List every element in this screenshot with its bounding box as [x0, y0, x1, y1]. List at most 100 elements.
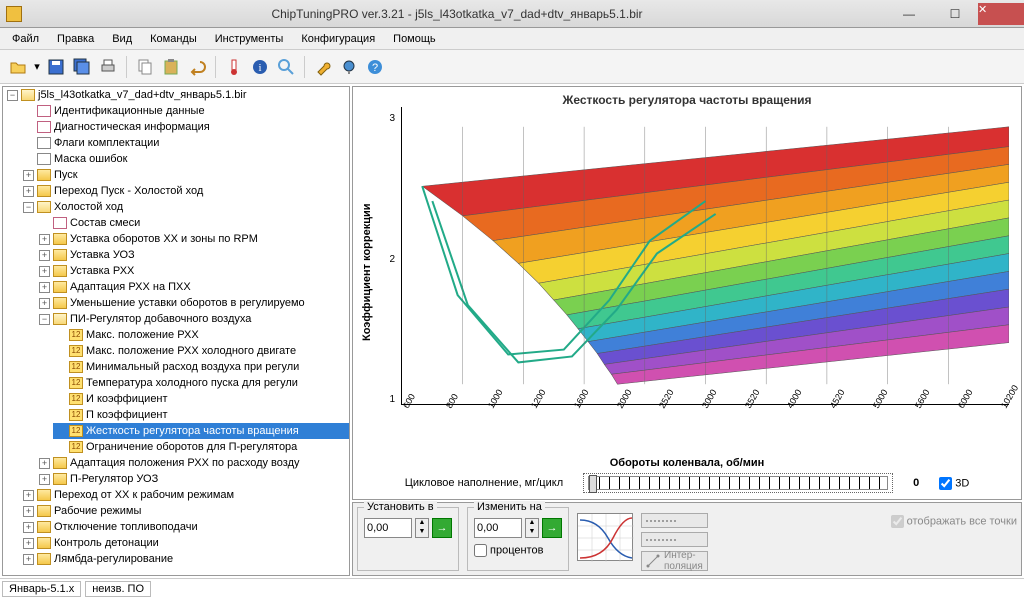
- change-value-spinner[interactable]: ▲▼: [525, 518, 539, 538]
- z-slider[interactable]: [588, 476, 888, 490]
- open-dropdown-icon[interactable]: ▾: [32, 55, 42, 79]
- thermometer-icon[interactable]: [222, 55, 246, 79]
- expand-icon[interactable]: +: [39, 282, 50, 293]
- menu-view[interactable]: Вид: [104, 31, 140, 47]
- globe-icon[interactable]: [337, 55, 361, 79]
- folder-icon: [53, 281, 67, 293]
- expand-icon[interactable]: +: [23, 186, 34, 197]
- tree-item[interactable]: Пуск: [54, 167, 78, 183]
- folder-icon: [53, 249, 67, 261]
- open-button[interactable]: [6, 55, 30, 79]
- tree-item[interactable]: Флаги комплектации: [54, 135, 159, 151]
- tree-item[interactable]: Уставка РХХ: [70, 263, 134, 279]
- tree-item[interactable]: Уменьшение уставки оборотов в регулируем…: [70, 295, 305, 311]
- menu-commands[interactable]: Команды: [142, 31, 205, 47]
- checkbox-percent[interactable]: процентов: [474, 544, 562, 557]
- tree-item[interactable]: Переход от ХХ к рабочим режимам: [54, 487, 234, 503]
- change-value-group: Изменить на ▲▼ → процентов: [467, 507, 569, 571]
- set-value-label: Установить в: [364, 501, 437, 513]
- expand-icon[interactable]: −: [39, 314, 50, 325]
- tree-item[interactable]: Переход Пуск - Холостой ход: [54, 183, 203, 199]
- tree-item[interactable]: Ограничение оборотов для П-регулятора: [86, 439, 297, 455]
- interpolation-button[interactable]: Интер- поляция: [641, 551, 708, 571]
- tree-item[interactable]: Макс. положение РХХ холодного двигате: [86, 343, 296, 359]
- tree-item[interactable]: Отключение топливоподачи: [54, 519, 198, 535]
- window-title: ChipTuningPRO ver.3.21 - j5ls_l43otkatka…: [28, 7, 886, 21]
- tree-item[interactable]: Адаптация положения РХХ по расходу возду: [70, 455, 300, 471]
- tree-item-selected[interactable]: Жесткость регулятора частоты вращения: [86, 423, 299, 439]
- tree-item[interactable]: Температура холодного пуска для регули: [86, 375, 298, 391]
- set-value-input[interactable]: [364, 518, 412, 538]
- tree-item[interactable]: Адаптация РХХ на ПХХ: [70, 279, 191, 295]
- change-value-input[interactable]: [474, 518, 522, 538]
- expand-icon[interactable]: +: [39, 298, 50, 309]
- menu-file[interactable]: Файл: [4, 31, 47, 47]
- minimize-button[interactable]: —: [886, 3, 932, 25]
- undo-button[interactable]: [185, 55, 209, 79]
- menu-help[interactable]: Помощь: [385, 31, 444, 47]
- expand-icon[interactable]: +: [23, 506, 34, 517]
- tree-item[interactable]: Рабочие режимы: [54, 503, 141, 519]
- dotted-line-button-1[interactable]: [641, 513, 708, 528]
- expand-icon[interactable]: +: [23, 554, 34, 565]
- print-button[interactable]: [96, 55, 120, 79]
- folder-icon: [37, 521, 51, 533]
- expand-icon[interactable]: −: [7, 90, 18, 101]
- paste-button[interactable]: [159, 55, 183, 79]
- tree-item[interactable]: Идентификационные данные: [54, 103, 205, 119]
- help-button[interactable]: ?: [363, 55, 387, 79]
- tree-item[interactable]: П коэффициент: [86, 407, 168, 423]
- copy-button[interactable]: [133, 55, 157, 79]
- menu-edit[interactable]: Правка: [49, 31, 102, 47]
- expand-icon[interactable]: −: [23, 202, 34, 213]
- save-button[interactable]: [44, 55, 68, 79]
- expand-icon[interactable]: +: [39, 250, 50, 261]
- expand-icon[interactable]: +: [23, 538, 34, 549]
- set-value-spinner[interactable]: ▲▼: [415, 518, 429, 538]
- menu-tools[interactable]: Инструменты: [207, 31, 292, 47]
- close-button[interactable]: ✕: [978, 3, 1024, 25]
- expand-icon[interactable]: +: [23, 170, 34, 181]
- toolbar: ▾ i ?: [0, 50, 1024, 84]
- app-icon: [6, 6, 22, 22]
- tree-item[interactable]: Уставка оборотов ХХ и зоны по RPM: [70, 231, 258, 247]
- expand-icon[interactable]: +: [39, 474, 50, 485]
- tool-wrench-icon[interactable]: [311, 55, 335, 79]
- tree-item[interactable]: Лямбда-регулирование: [54, 551, 173, 567]
- tree-item[interactable]: Макс. положение РХХ: [86, 327, 199, 343]
- folder-open-icon: [53, 313, 67, 325]
- tree-item[interactable]: И коэффициент: [86, 391, 168, 407]
- tree-item[interactable]: Маска ошибок: [54, 151, 127, 167]
- maximize-button[interactable]: ☐: [932, 3, 978, 25]
- doc-icon: [37, 105, 51, 117]
- tree-item[interactable]: Уставка УОЗ: [70, 247, 135, 263]
- folder-icon: [53, 297, 67, 309]
- tree-root[interactable]: j5ls_l43otkatka_v7_dad+dtv_январь5.1.bir: [38, 87, 246, 103]
- search-button[interactable]: [274, 55, 298, 79]
- menu-config[interactable]: Конфигурация: [293, 31, 383, 47]
- set-value-apply[interactable]: →: [432, 518, 452, 538]
- map-icon: 12: [69, 345, 83, 357]
- tree-panel[interactable]: − j5ls_l43otkatka_v7_dad+dtv_январь5.1.bi…: [2, 86, 350, 576]
- chart-area: Жесткость регулятора частоты вращения Ко…: [352, 86, 1022, 500]
- tree-item[interactable]: Контроль детонации: [54, 535, 159, 551]
- tree-item[interactable]: Диагностическая информация: [54, 119, 210, 135]
- dotted-line-button-2[interactable]: [641, 532, 708, 547]
- surface-3d[interactable]: [401, 107, 1009, 405]
- expand-icon[interactable]: +: [23, 522, 34, 533]
- tree-item[interactable]: П-Регулятор УОЗ: [70, 471, 158, 487]
- expand-icon[interactable]: +: [39, 234, 50, 245]
- tree-item[interactable]: Минимальный расход воздуха при регули: [86, 359, 299, 375]
- tree-item[interactable]: Состав смеси: [70, 215, 140, 231]
- info-button[interactable]: i: [248, 55, 272, 79]
- tree-item[interactable]: Холостой ход: [54, 199, 123, 215]
- map-icon: 12: [69, 425, 83, 437]
- expand-icon[interactable]: +: [23, 490, 34, 501]
- change-value-apply[interactable]: →: [542, 518, 562, 538]
- save-all-button[interactable]: [70, 55, 94, 79]
- tree-item[interactable]: ПИ-Регулятор добавочного воздуха: [70, 311, 251, 327]
- checkbox-3d[interactable]: 3D: [939, 477, 969, 490]
- expand-icon[interactable]: +: [39, 458, 50, 469]
- expand-icon[interactable]: +: [39, 266, 50, 277]
- checkbox-show-all-points[interactable]: отображать все точки: [891, 515, 1017, 528]
